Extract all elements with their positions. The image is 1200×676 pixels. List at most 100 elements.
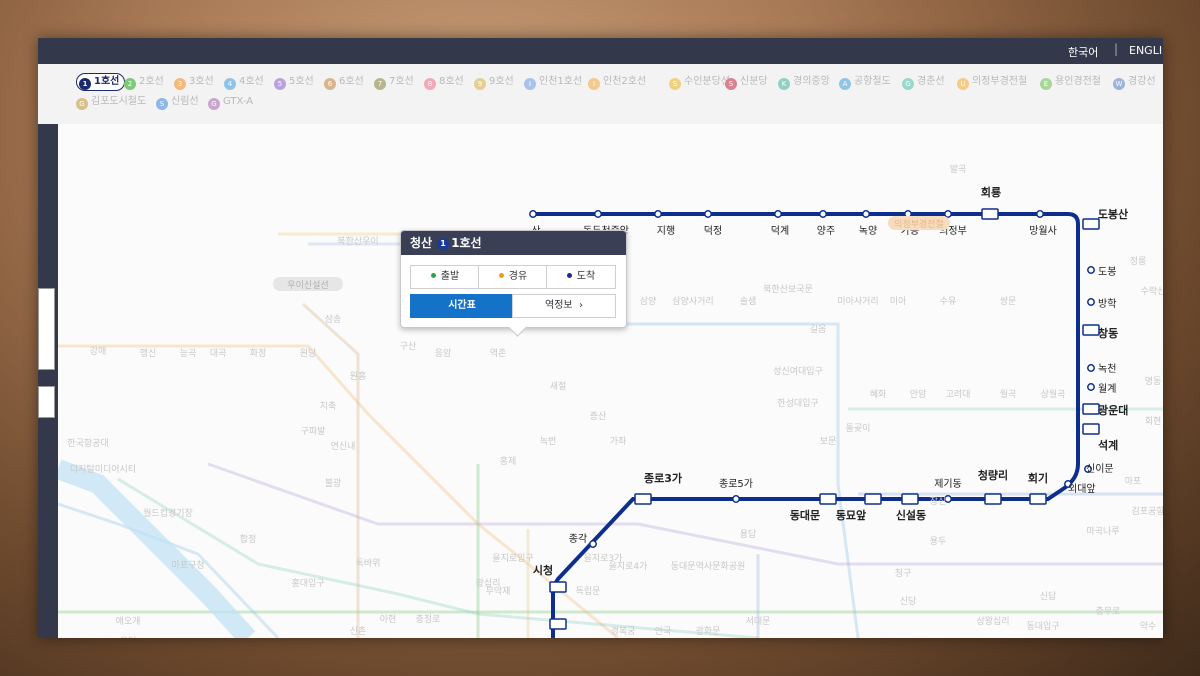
station-label[interactable]: 석계 [1098,438,1118,452]
station-label[interactable]: 시청 [533,563,553,577]
line-chip-15[interactable]: A 공항철도 [839,74,891,90]
station-label[interactable]: 종로5가 [719,478,753,490]
station-label[interactable]: 양주 [817,225,835,237]
line-chip-14[interactable]: K 경의중앙 [778,74,830,90]
transfer-station-marker[interactable] [549,581,567,593]
line-chip-10[interactable]: I 인천1호선 [524,74,582,90]
faded-station-label: 구파발 [301,426,326,437]
station-label[interactable]: 망월사 [1029,225,1057,237]
arrive-button[interactable]: 도착 [546,265,616,289]
line-chip-8[interactable]: 8 8호선 [424,74,464,90]
timetable-button[interactable]: 시간표 [410,294,514,318]
transfer-station-marker[interactable] [1082,218,1100,230]
transfer-station-marker[interactable] [1082,403,1100,415]
line-chip-2[interactable]: 2 2호선 [124,74,164,90]
line-chip-12[interactable]: S 수인분당선 [669,74,730,90]
transfer-station-marker[interactable] [549,618,567,630]
faded-station-label: 청구 [895,568,912,579]
station-label[interactable]: 방학 [1098,298,1116,310]
line-chip-11[interactable]: I 인천2호선 [588,74,646,90]
line-chip-5[interactable]: 5 5호선 [274,74,314,90]
line-chip-3[interactable]: 3 3호선 [174,74,214,90]
line-chip-13[interactable]: S 신분당 [725,74,768,90]
station-label[interactable]: 신설동 [896,508,926,522]
faded-station-label: 마포 [1125,476,1142,487]
via-button[interactable]: 경유 [478,265,548,289]
station-marker[interactable] [774,210,782,218]
faded-station-label: 안암 [910,388,927,400]
line-22-badge-icon: G [208,98,220,110]
station-label[interactable]: 덕정 [704,225,722,237]
station-marker[interactable] [589,540,597,548]
transfer-station-marker[interactable] [981,208,999,220]
station-label[interactable]: 종각 [569,533,587,545]
faded-station-label: 김포공항 [1131,505,1163,517]
station-marker[interactable] [1087,298,1095,306]
transfer-station-marker[interactable] [901,493,919,505]
transfer-station-marker[interactable] [864,493,882,505]
transfer-station-marker[interactable] [634,493,652,505]
line-chip-22[interactable]: G GTX-A [208,94,253,110]
line-chip-19[interactable]: W 경강선 [1113,74,1156,90]
station-marker[interactable] [1036,210,1044,218]
station-label[interactable]: 녹양 [859,225,877,237]
station-label[interactable]: 창동 [1098,326,1118,340]
station-marker[interactable] [732,495,740,503]
subway-map[interactable]: 산동두천중앙지행덕정덕계양주녹양가능의정부회룡망월사도봉산도봉방학창동녹천월계광… [54,124,1163,638]
line-chip-7[interactable]: 7 7호선 [374,74,414,90]
station-label[interactable]: 종로3가 [644,471,682,485]
line-chip-21[interactable]: S 신림선 [156,94,199,110]
station-label[interactable]: 신이문 [1086,463,1114,475]
zoom-control[interactable] [38,288,55,370]
station-label[interactable]: 청량리 [978,468,1008,482]
station-label[interactable]: 지행 [657,225,675,237]
station-info-button[interactable]: 역정보 › [512,294,616,318]
station-label[interactable]: 월계 [1098,383,1116,395]
faded-station-label: 홍제 [500,455,517,467]
line-chip-17[interactable]: U 의정부경전철 [957,74,1027,90]
lang-korean-link[interactable]: 한국어 [1068,44,1098,60]
transfer-station-marker[interactable] [819,493,837,505]
line-chip-9[interactable]: 9 9호선 [474,74,514,90]
station-label[interactable]: 동묘앞 [836,509,866,522]
station-marker[interactable] [1087,383,1095,391]
transfer-station-marker[interactable] [1029,493,1047,505]
subway-map-canvas[interactable]: 산동두천중앙지행덕정덕계양주녹양가능의정부회룡망월사도봉산도봉방학창동녹천월계광… [54,124,1163,638]
station-marker[interactable] [1087,364,1095,372]
lang-english-link[interactable]: ENGLIS [1129,44,1163,57]
station-label[interactable]: 도봉 [1098,266,1116,278]
line-chip-1[interactable]: 1 1호선 [76,73,126,91]
faded-station-label: 독립문 [576,586,601,597]
station-label[interactable]: 녹천 [1098,363,1116,375]
left-side-panel [38,124,58,638]
line-chip-label: 6호선 [339,76,364,87]
station-marker[interactable] [944,210,952,218]
station-label[interactable]: 회기 [1028,471,1048,485]
station-marker[interactable] [819,210,827,218]
station-label[interactable]: 광운대 [1098,403,1128,417]
station-marker[interactable] [862,210,870,218]
line-chip-20[interactable]: G 김포도시철도 [76,94,146,110]
station-label[interactable]: 동대문 [790,508,820,522]
line-chip-18[interactable]: E 용인경전철 [1040,74,1101,90]
station-marker[interactable] [654,210,662,218]
line-chip-16[interactable]: G 경춘선 [902,74,945,90]
transfer-station-marker[interactable] [984,493,1002,505]
station-label[interactable]: 회룡 [981,185,1001,199]
station-marker[interactable] [704,210,712,218]
station-label[interactable]: 덕계 [771,225,789,237]
reset-button[interactable] [38,386,55,418]
transfer-station-marker[interactable] [1082,324,1100,336]
transfer-station-marker[interactable] [1082,423,1100,435]
station-marker[interactable] [1087,266,1095,274]
origin-button[interactable]: 출발 [410,265,480,289]
line-chip-4[interactable]: 4 4호선 [224,74,264,90]
station-marker[interactable] [594,210,602,218]
station-marker[interactable] [529,210,537,218]
line-chip-6[interactable]: 6 6호선 [324,74,364,90]
faded-station-label: 구산 [400,341,417,352]
station-label[interactable]: 도봉산 [1098,207,1128,221]
station-label[interactable]: 외대앞 [1068,483,1096,495]
station-label[interactable]: 제기동 [934,478,962,490]
line-15-badge-icon: A [839,78,851,90]
